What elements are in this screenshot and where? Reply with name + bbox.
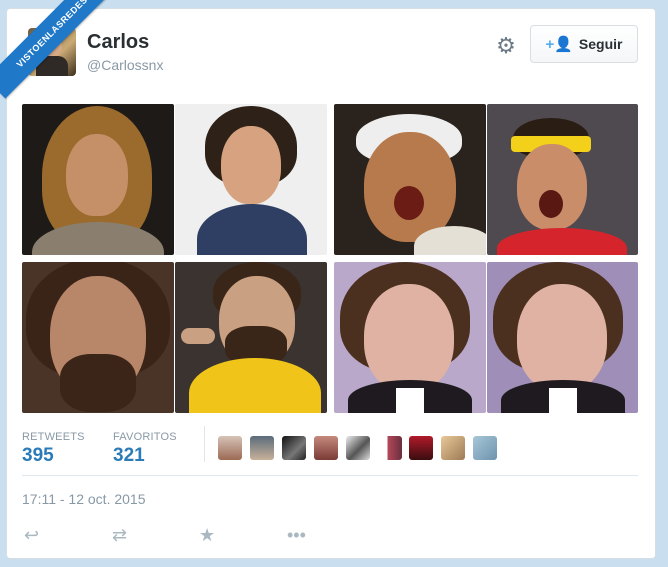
retweet-icon[interactable]: ⇄ <box>112 525 127 545</box>
user-name[interactable]: Carlos <box>87 31 149 54</box>
follow-button[interactable]: +👤 Seguir <box>530 25 638 63</box>
gear-icon[interactable]: ⚙ <box>494 34 518 58</box>
star-icon[interactable]: ★ <box>199 525 215 545</box>
favorited-by-avatar[interactable] <box>314 436 338 460</box>
divider <box>22 475 638 476</box>
more-icon[interactable]: ••• <box>287 525 306 545</box>
user-handle[interactable]: @Carlossnx <box>87 57 163 73</box>
photo-7[interactable] <box>334 262 486 413</box>
photo-3[interactable] <box>334 104 486 255</box>
stats-divider <box>204 426 205 462</box>
favorited-by-avatar[interactable] <box>250 436 274 460</box>
retweets-label: RETWEETS <box>22 431 85 443</box>
favorited-by-avatar[interactable] <box>409 436 433 460</box>
media-grid[interactable] <box>22 104 638 413</box>
retweets-stat[interactable]: RETWEETS 395 <box>22 431 85 467</box>
favorited-by-avatar[interactable] <box>441 436 465 460</box>
photo-1[interactable] <box>22 104 174 255</box>
favorites-stat[interactable]: FAVORITOS 321 <box>113 431 177 467</box>
photo-2[interactable] <box>175 104 327 255</box>
follow-button-label: Seguir <box>578 36 623 52</box>
favorited-by-avatar[interactable] <box>282 436 306 460</box>
favorites-label: FAVORITOS <box>113 431 177 443</box>
favorites-count: 321 <box>113 445 145 466</box>
favorited-by-avatar[interactable] <box>473 436 497 460</box>
favorited-by-avatar[interactable] <box>346 436 370 460</box>
reply-icon[interactable]: ↩ <box>24 525 39 545</box>
favorited-by-avatar[interactable] <box>218 436 242 460</box>
add-user-icon: +👤 <box>545 36 573 53</box>
retweets-count: 395 <box>22 445 54 466</box>
photo-6[interactable] <box>175 262 327 413</box>
photo-4[interactable] <box>487 104 638 255</box>
favorited-by-avatar[interactable] <box>378 436 402 460</box>
photo-5[interactable] <box>22 262 174 413</box>
photo-8[interactable] <box>487 262 638 413</box>
tweet-timestamp[interactable]: 17:11 - 12 oct. 2015 <box>22 491 146 507</box>
